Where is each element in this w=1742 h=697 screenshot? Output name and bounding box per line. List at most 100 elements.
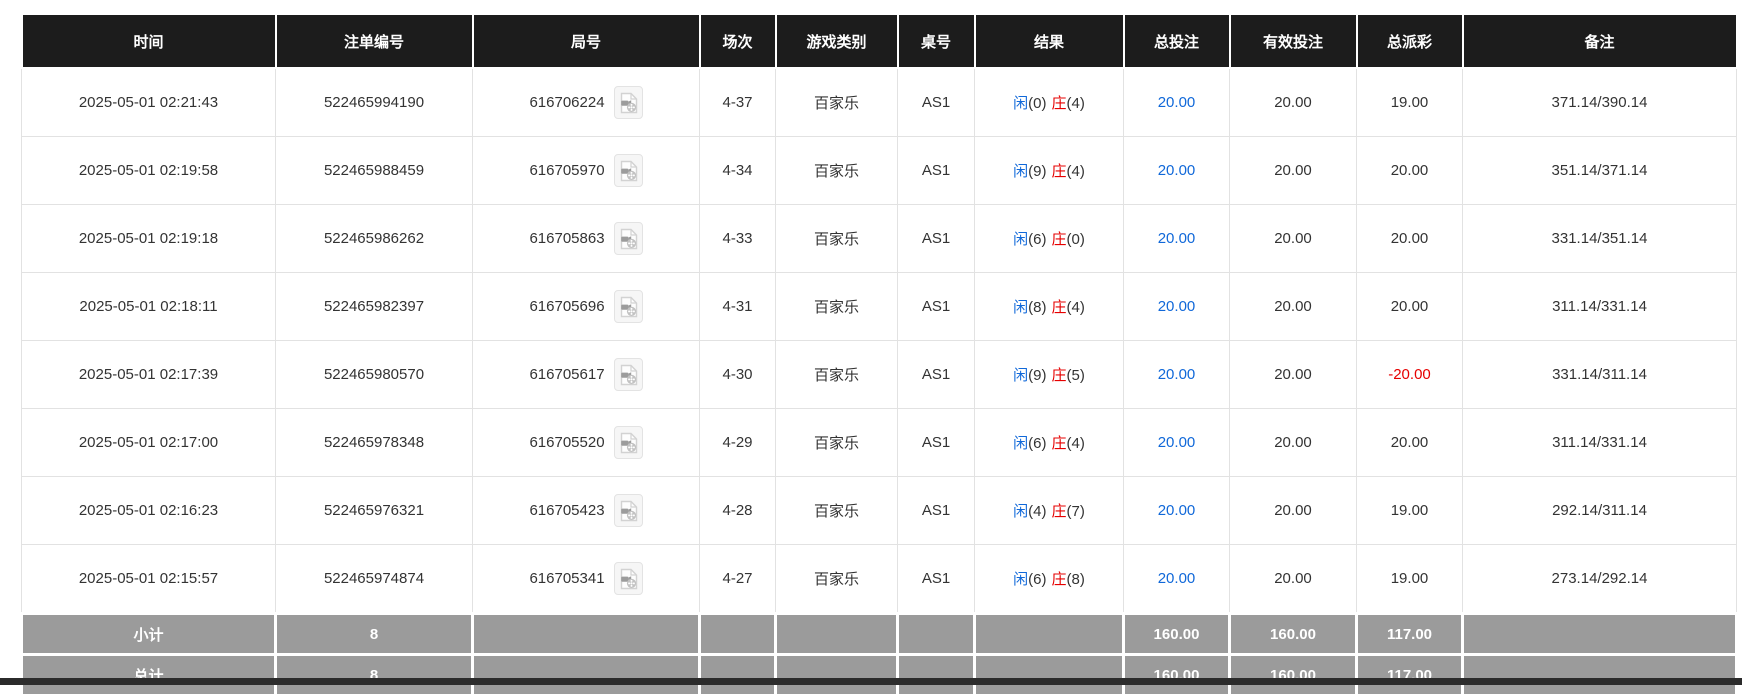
total-bet-link[interactable]: 20.00 (1158, 502, 1196, 519)
empty-cell (1463, 614, 1737, 655)
table-no-cell: AS1 (898, 545, 975, 614)
header-result: 结果 (975, 14, 1124, 68)
empty-cell (1463, 655, 1737, 696)
time-cell: 2025-05-01 02:17:39 (22, 341, 276, 409)
payout-cell: 19.00 (1357, 477, 1463, 545)
video-replay-icon (619, 568, 638, 590)
valid-bet-cell: 20.00 (1230, 273, 1357, 341)
total-bet-cell: 20.00 (1124, 545, 1230, 614)
video-replay-button[interactable] (614, 562, 643, 595)
total-payout: 117.00 (1357, 655, 1463, 696)
time-cell: 2025-05-01 02:19:18 (22, 205, 276, 273)
time-cell: 2025-05-01 02:15:57 (22, 545, 276, 614)
video-replay-button[interactable] (614, 494, 643, 527)
table-body: 2025-05-01 02:21:43 522465994190 6167062… (22, 68, 1737, 614)
result-cell: 闲(6)庄(8) (975, 545, 1124, 614)
result-cell: 闲(6)庄(0) (975, 205, 1124, 273)
video-replay-button[interactable] (614, 358, 643, 391)
video-replay-button[interactable] (614, 222, 643, 255)
valid-bet-cell: 20.00 (1230, 137, 1357, 205)
bet-id-cell: 522465994190 (276, 68, 473, 137)
total-bet-link[interactable]: 20.00 (1158, 162, 1196, 179)
game-type-cell: 百家乐 (776, 545, 898, 614)
bet-id-cell: 522465980570 (276, 341, 473, 409)
total-bet-link[interactable]: 20.00 (1158, 230, 1196, 247)
player-result-score: (4) (1028, 503, 1046, 520)
time-cell: 2025-05-01 02:17:00 (22, 409, 276, 477)
video-replay-button[interactable] (614, 290, 643, 323)
result-cell: 闲(6)庄(4) (975, 409, 1124, 477)
round-cell: 616705863 (473, 205, 700, 273)
banker-result-score: (4) (1067, 95, 1085, 112)
video-replay-button[interactable] (614, 86, 643, 119)
remark-cell: 331.14/311.14 (1463, 341, 1737, 409)
bet-id-cell: 522465986262 (276, 205, 473, 273)
remark-cell: 351.14/371.14 (1463, 137, 1737, 205)
total-bet-link[interactable]: 20.00 (1158, 94, 1196, 111)
player-result-label: 闲 (1013, 571, 1028, 588)
session-cell: 4-30 (700, 341, 776, 409)
bet-id-cell: 522465978348 (276, 409, 473, 477)
valid-bet-cell: 20.00 (1230, 545, 1357, 614)
banker-result-label: 庄 (1052, 299, 1067, 316)
payout-cell: 19.00 (1357, 68, 1463, 137)
header-remark: 备注 (1463, 14, 1737, 68)
banker-result-label: 庄 (1052, 571, 1067, 588)
total-bet-cell: 20.00 (1124, 341, 1230, 409)
payout-cell: 20.00 (1357, 205, 1463, 273)
video-replay-button[interactable] (614, 154, 643, 187)
remark-cell: 331.14/351.14 (1463, 205, 1737, 273)
table-header: 时间 注单编号 局号 场次 游戏类别 桌号 结果 总投注 有效投注 总派彩 备注 (22, 14, 1737, 68)
player-result-label: 闲 (1013, 435, 1028, 452)
header-bet-id: 注单编号 (276, 14, 473, 68)
valid-bet-cell: 20.00 (1230, 477, 1357, 545)
payout-cell: 19.00 (1357, 545, 1463, 614)
result-cell: 闲(0)庄(4) (975, 68, 1124, 137)
header-total-bet: 总投注 (1124, 14, 1230, 68)
payout-cell: -20.00 (1357, 341, 1463, 409)
remark-cell: 311.14/331.14 (1463, 273, 1737, 341)
empty-cell (776, 614, 898, 655)
banker-result-score: (4) (1067, 299, 1085, 316)
player-result-score: (0) (1028, 95, 1046, 112)
banker-result-score: (7) (1067, 503, 1085, 520)
remark-cell: 273.14/292.14 (1463, 545, 1737, 614)
empty-cell (700, 655, 776, 696)
total-bet-link[interactable]: 20.00 (1158, 366, 1196, 383)
payout-cell: 20.00 (1357, 137, 1463, 205)
header-table-no: 桌号 (898, 14, 975, 68)
table-row: 2025-05-01 02:17:39 522465980570 6167056… (22, 341, 1737, 409)
player-result-score: (6) (1028, 231, 1046, 248)
player-result-label: 闲 (1013, 95, 1028, 112)
banker-result-score: (4) (1067, 435, 1085, 452)
bet-id-cell: 522465982397 (276, 273, 473, 341)
banker-result-label: 庄 (1052, 367, 1067, 384)
total-bet-link[interactable]: 20.00 (1158, 298, 1196, 315)
subtotal-payout: 117.00 (1357, 614, 1463, 655)
round-id: 616705970 (529, 162, 604, 179)
result-cell: 闲(9)庄(4) (975, 137, 1124, 205)
table-no-cell: AS1 (898, 205, 975, 273)
total-bet-cell: 20.00 (1124, 273, 1230, 341)
header-game-type: 游戏类别 (776, 14, 898, 68)
table-row: 2025-05-01 02:16:23 522465976321 6167054… (22, 477, 1737, 545)
banker-result-score: (8) (1067, 571, 1085, 588)
total-bet-link[interactable]: 20.00 (1158, 434, 1196, 451)
total-valid-bet: 160.00 (1230, 655, 1357, 696)
session-cell: 4-33 (700, 205, 776, 273)
remark-cell: 292.14/311.14 (1463, 477, 1737, 545)
total-bet-link[interactable]: 20.00 (1158, 570, 1196, 587)
table-no-cell: AS1 (898, 273, 975, 341)
total-bet-cell: 20.00 (1124, 409, 1230, 477)
banker-result-label: 庄 (1052, 503, 1067, 520)
player-result-label: 闲 (1013, 163, 1028, 180)
round-id: 616706224 (529, 94, 604, 111)
table-no-cell: AS1 (898, 137, 975, 205)
total-bet-cell: 20.00 (1124, 137, 1230, 205)
empty-cell (473, 614, 700, 655)
total-bet-cell: 20.00 (1124, 68, 1230, 137)
video-replay-button[interactable] (614, 426, 643, 459)
subtotal-label: 小计 (22, 614, 276, 655)
video-replay-icon (619, 92, 638, 114)
result-cell: 闲(8)庄(4) (975, 273, 1124, 341)
